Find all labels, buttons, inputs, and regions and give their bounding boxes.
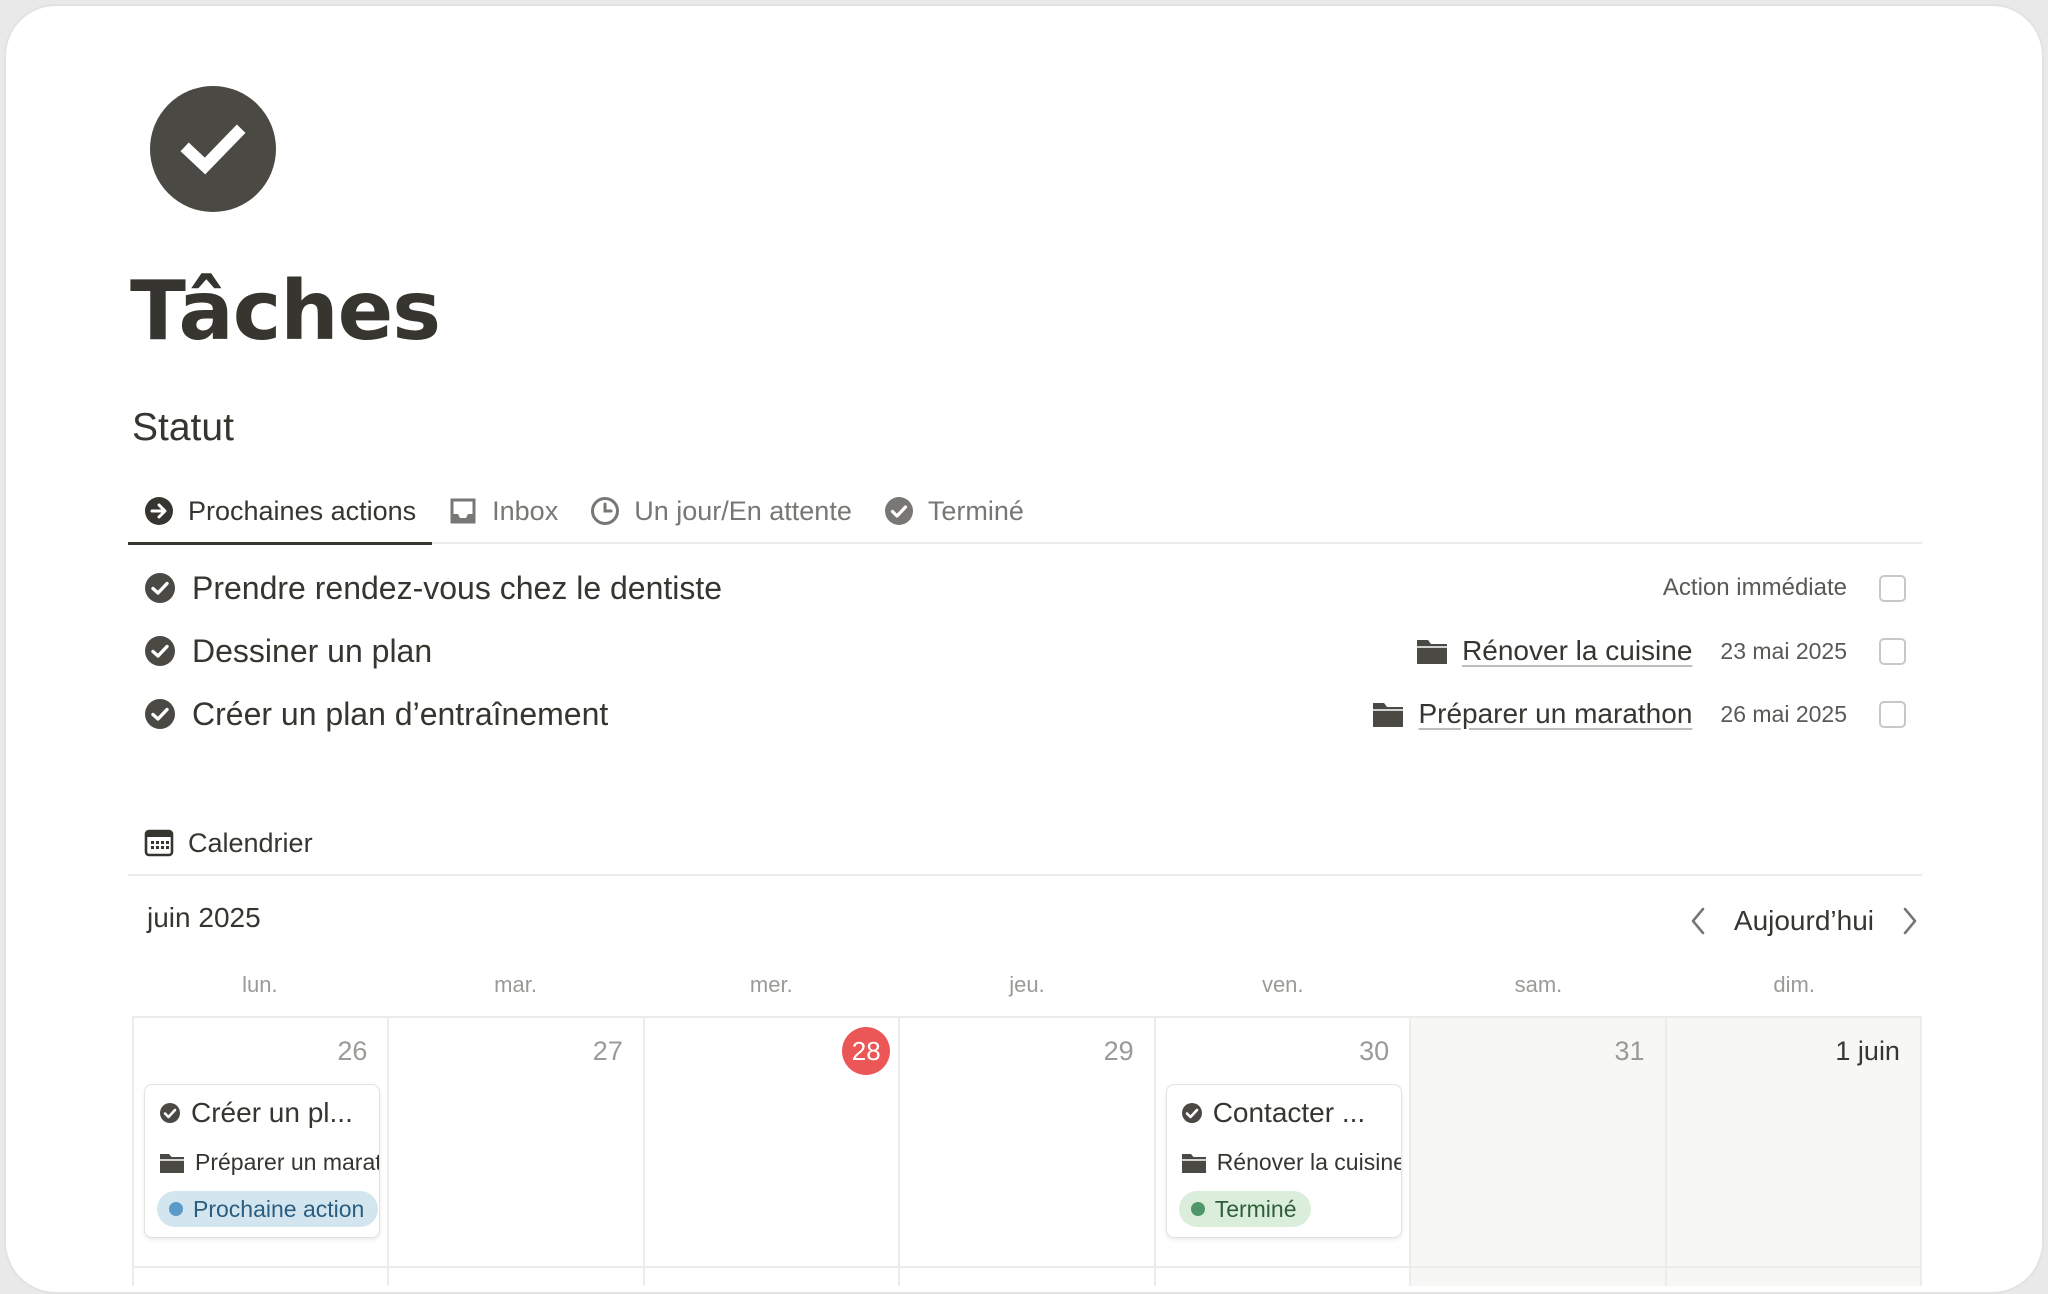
task-checkbox[interactable]: [1879, 637, 1906, 665]
project-link-label: Préparer un marathon: [1418, 698, 1693, 729]
tab-calendrier[interactable]: Calendrier: [128, 811, 329, 875]
status-badge: Prochaine action: [157, 1191, 379, 1227]
task-check-icon: [144, 572, 176, 604]
task-title[interactable]: Dessiner un plan: [192, 633, 1416, 670]
day-number: 27: [592, 1036, 623, 1066]
page-check-icon[interactable]: [150, 86, 276, 212]
status-badge-text: Terminé: [1214, 1195, 1297, 1222]
tab-un-jour-en-attente[interactable]: Un jour/En attente: [574, 479, 868, 543]
calendar-day-cell[interactable]: 28: [645, 1018, 901, 1286]
event-project-text: Rénover la cuisine: [1216, 1149, 1402, 1175]
event-title: Contacter ...: [1181, 1097, 1366, 1129]
folder-icon: [1181, 1152, 1207, 1174]
task-checkbox[interactable]: [1879, 574, 1906, 602]
day-number: 29: [1103, 1036, 1134, 1066]
task-checkbox[interactable]: [1879, 700, 1906, 728]
weekday-label: dim.: [1773, 972, 1815, 997]
section-title-statut: Statut: [132, 406, 234, 449]
check-circle-icon: [159, 1102, 181, 1124]
event-title-text: Contacter ...: [1212, 1097, 1366, 1128]
event-card[interactable]: Contacter ... Rénover la cuisine Terminé: [1165, 1084, 1402, 1238]
app-window: Tâches Statut Prochaines actions Inbox U…: [4, 4, 2044, 1294]
folder-icon: [1416, 637, 1448, 665]
calendar-day-cell[interactable]: 30 Contacter ... Rénover la cuisine Term…: [1156, 1018, 1412, 1286]
calendar-nav: Aujourd’hui: [1684, 896, 1924, 946]
calendar-row-divider: [132, 1266, 1922, 1268]
tab-label: Prochaines actions: [188, 495, 417, 526]
tab-inbox[interactable]: Inbox: [432, 479, 574, 543]
status-tabs: Prochaines actions Inbox Un jour/En atte…: [128, 479, 1922, 545]
event-project-text: Préparer un marathon: [195, 1149, 379, 1175]
check-circle-icon: [1181, 1102, 1203, 1124]
folder-icon: [1372, 700, 1404, 728]
event-project: Rénover la cuisine: [1181, 1149, 1402, 1176]
event-project: Préparer un marathon: [159, 1149, 379, 1176]
day-number: 26: [337, 1036, 368, 1066]
tab-label: Un jour/En attente: [634, 495, 852, 526]
calendar-month-label: juin 2025: [147, 902, 261, 933]
status-badge: Terminé: [1178, 1191, 1311, 1227]
tab-termine[interactable]: Terminé: [868, 479, 1040, 543]
task-meta: Rénover la cuisine 23 mai 2025: [1416, 635, 1922, 667]
task-meta: Préparer un marathon 26 mai 2025: [1372, 698, 1922, 730]
task-row[interactable]: Prendre rendez-vous chez le dentiste Act…: [128, 558, 1922, 618]
task-row[interactable]: Créer un plan d’entraînement Préparer un…: [128, 684, 1922, 744]
chevron-left-icon[interactable]: [1684, 903, 1712, 939]
weekday-label: mer.: [749, 972, 793, 997]
task-check-icon: [144, 635, 176, 667]
page-title[interactable]: Tâches: [130, 264, 441, 359]
calendar-day-cell[interactable]: 31: [1411, 1018, 1667, 1286]
status-badge-text: Prochaine action: [193, 1195, 365, 1222]
calendar-view-tabs: Calendrier: [128, 812, 1922, 876]
status-dot-icon: [1190, 1202, 1205, 1216]
weekday-label: ven.: [1261, 972, 1304, 997]
project-link[interactable]: Rénover la cuisine: [1416, 635, 1692, 667]
task-date: 26 mai 2025: [1720, 700, 1847, 727]
folder-icon: [159, 1152, 185, 1174]
calendar-day-cell[interactable]: 29: [900, 1018, 1156, 1286]
chevron-right-icon[interactable]: [1896, 903, 1924, 939]
tab-prochaines-actions[interactable]: Prochaines actions: [128, 479, 433, 545]
tab-label: Inbox: [492, 495, 559, 526]
today-button[interactable]: Aujourd’hui: [1734, 905, 1874, 937]
task-check-icon: [144, 698, 176, 730]
tab-label: Terminé: [927, 495, 1024, 526]
check-circle-icon: [884, 496, 914, 526]
weekday-label: jeu.: [1009, 972, 1045, 997]
day-number: 1 juin: [1835, 1036, 1900, 1066]
weekday-label: lun.: [242, 972, 278, 997]
task-title[interactable]: Prendre rendez-vous chez le dentiste: [192, 570, 1663, 607]
task-title[interactable]: Créer un plan d’entraînement: [192, 696, 1372, 733]
task-date: 23 mai 2025: [1720, 637, 1847, 664]
project-link-label: Rénover la cuisine: [1462, 635, 1693, 666]
tab-label: Calendrier: [188, 827, 313, 858]
calendar-grid: 26 Créer un pl... Préparer un marathon: [132, 1016, 1922, 1286]
project-link[interactable]: Préparer un marathon: [1372, 698, 1692, 730]
weekday-label: sam.: [1514, 972, 1563, 997]
task-label: Action immédiate: [1662, 574, 1847, 601]
calendar-day-cell[interactable]: 27: [389, 1018, 645, 1286]
day-number: 30: [1359, 1036, 1390, 1066]
inbox-tray-icon: [448, 496, 478, 526]
task-row[interactable]: Dessiner un plan Rénover la cuisine 23 m…: [128, 621, 1922, 681]
day-number-today: 28: [842, 1027, 891, 1075]
calendar-day-cell[interactable]: 26 Créer un pl... Préparer un marathon: [134, 1018, 390, 1286]
status-dot-icon: [169, 1202, 183, 1216]
arrow-right-circle-icon: [144, 496, 174, 526]
event-title: Créer un pl...: [159, 1097, 353, 1129]
calendar-day-cell[interactable]: 1 juin: [1666, 1018, 1922, 1286]
clock-icon: [590, 496, 620, 526]
calendar-icon: [144, 828, 174, 858]
event-title-text: Créer un pl...: [191, 1097, 353, 1128]
weekday-header: lun. mar. mer. jeu. ven. sam. dim.: [132, 972, 1922, 998]
weekday-label: mar.: [494, 972, 537, 997]
day-number: 31: [1614, 1036, 1645, 1066]
page-content: Tâches Statut Prochaines actions Inbox U…: [6, 6, 2042, 1292]
task-meta: Action immédiate: [1663, 574, 1922, 602]
event-card[interactable]: Créer un pl... Préparer un marathon Proc…: [144, 1084, 380, 1238]
